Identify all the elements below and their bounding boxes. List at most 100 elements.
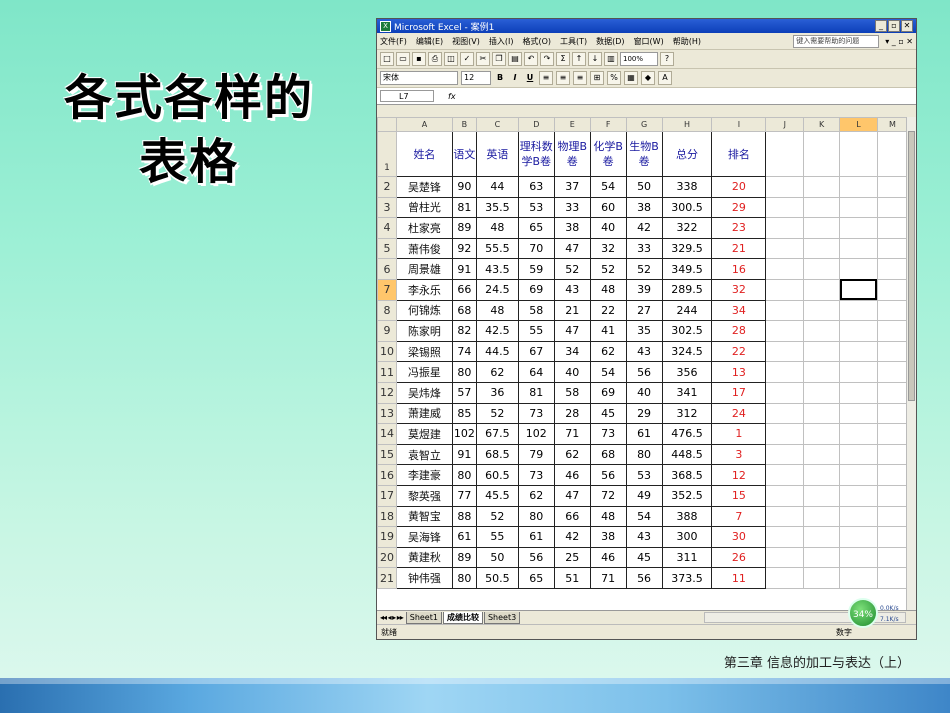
open-icon[interactable]: ▭	[396, 52, 410, 66]
empty-cell[interactable]	[876, 381, 908, 404]
score-cell[interactable]: 42	[553, 526, 591, 548]
empty-cell[interactable]	[876, 402, 908, 425]
score-cell[interactable]: 40	[589, 217, 627, 239]
score-cell[interactable]: 47	[553, 320, 591, 342]
font-color-icon[interactable]: A	[658, 71, 672, 85]
score-cell[interactable]: 60	[589, 196, 627, 219]
menu-insert[interactable]: 插入(I)	[489, 36, 514, 47]
tab-score-compare[interactable]: 成绩比较	[442, 611, 483, 624]
header-cell[interactable]: 排名	[711, 131, 767, 177]
paste-icon[interactable]: ▤	[508, 52, 522, 66]
rank-cell[interactable]: 20	[711, 176, 767, 198]
empty-cell[interactable]	[876, 567, 908, 589]
score-cell[interactable]: 46	[589, 546, 627, 569]
empty-cell[interactable]	[876, 423, 908, 445]
score-cell[interactable]: 43	[625, 526, 663, 548]
name-box[interactable]: L7	[380, 90, 434, 102]
score-cell[interactable]: 70	[517, 237, 555, 260]
copy-icon[interactable]: ❐	[492, 52, 506, 66]
help-search-input[interactable]: 键入需要帮助的问题	[793, 34, 880, 48]
rank-cell[interactable]: 21	[711, 237, 767, 260]
score-cell[interactable]: 48	[589, 278, 627, 301]
fill-color-icon[interactable]: ◆	[641, 71, 655, 85]
empty-cell[interactable]	[803, 546, 841, 569]
underline-button[interactable]: U	[524, 72, 536, 84]
empty-cell[interactable]	[765, 505, 805, 528]
score-cell[interactable]: 59	[517, 258, 555, 280]
empty-cell[interactable]	[839, 340, 878, 363]
score-cell[interactable]: 69	[589, 381, 627, 404]
empty-cell[interactable]	[839, 567, 878, 589]
name-cell[interactable]: 陈家明	[395, 320, 453, 342]
empty-cell[interactable]	[765, 299, 805, 322]
empty-cell[interactable]	[876, 196, 908, 219]
empty-cell[interactable]	[765, 131, 805, 177]
score-cell[interactable]: 40	[625, 381, 663, 404]
header-cell[interactable]: 语文	[451, 131, 477, 177]
rank-cell[interactable]: 22	[711, 340, 767, 363]
score-cell[interactable]: 58	[553, 381, 591, 404]
score-cell[interactable]: 62	[589, 340, 627, 363]
empty-cell[interactable]	[839, 505, 878, 528]
name-cell[interactable]: 萧伟俊	[395, 237, 453, 260]
score-cell[interactable]: 51	[553, 567, 591, 589]
score-cell[interactable]: 45.5	[475, 484, 519, 507]
row-header[interactable]: 17	[377, 484, 397, 507]
score-cell[interactable]: 88	[451, 505, 477, 528]
score-cell[interactable]: 448.5	[661, 443, 713, 466]
redo-icon[interactable]: ↷	[540, 52, 554, 66]
score-cell[interactable]: 65	[517, 567, 555, 589]
score-cell[interactable]: 67	[517, 340, 555, 363]
row-header[interactable]: 16	[377, 464, 397, 486]
percent-icon[interactable]: %	[607, 71, 621, 85]
score-cell[interactable]: 89	[451, 217, 477, 239]
empty-cell[interactable]	[803, 567, 841, 589]
score-cell[interactable]: 53	[625, 464, 663, 486]
empty-cell[interactable]	[839, 237, 878, 260]
column-header-c[interactable]: C	[475, 117, 519, 132]
row-header[interactable]: 13	[377, 402, 397, 425]
name-cell[interactable]: 周景雄	[395, 258, 453, 280]
column-header-j[interactable]: J	[765, 117, 805, 132]
empty-cell[interactable]	[839, 131, 878, 177]
rank-cell[interactable]: 34	[711, 299, 767, 322]
score-cell[interactable]: 73	[517, 464, 555, 486]
row-header[interactable]: 12	[377, 381, 397, 404]
row-header[interactable]: 5	[377, 237, 397, 260]
chart-icon[interactable]: ▥	[604, 52, 618, 66]
score-cell[interactable]: 341	[661, 381, 713, 404]
score-cell[interactable]: 50	[625, 176, 663, 198]
empty-cell[interactable]	[876, 526, 908, 548]
rank-cell[interactable]: 12	[711, 464, 767, 486]
score-cell[interactable]: 71	[589, 567, 627, 589]
empty-cell[interactable]	[803, 423, 841, 445]
row-header[interactable]: 9	[377, 320, 397, 342]
score-cell[interactable]: 71	[553, 423, 591, 445]
score-cell[interactable]: 73	[517, 402, 555, 425]
empty-cell[interactable]	[876, 131, 908, 177]
column-header-d[interactable]: D	[517, 117, 555, 132]
empty-cell[interactable]	[803, 443, 841, 466]
row-header[interactable]: 20	[377, 546, 397, 569]
score-cell[interactable]: 324.5	[661, 340, 713, 363]
header-cell[interactable]: 理科数学B卷	[517, 131, 555, 177]
column-header-g[interactable]: G	[625, 117, 663, 132]
italic-button[interactable]: I	[509, 72, 521, 84]
empty-cell[interactable]	[765, 567, 805, 589]
rank-cell[interactable]: 29	[711, 196, 767, 219]
empty-cell[interactable]	[765, 176, 805, 198]
score-cell[interactable]: 52	[475, 402, 519, 425]
score-cell[interactable]: 61	[451, 526, 477, 548]
empty-cell[interactable]	[765, 464, 805, 486]
restore-button[interactable]: ▫	[888, 20, 900, 32]
score-cell[interactable]: 89	[451, 546, 477, 569]
empty-cell[interactable]	[839, 196, 878, 219]
preview-icon[interactable]: ◫	[444, 52, 458, 66]
row-header[interactable]: 1	[377, 131, 397, 177]
empty-cell[interactable]	[803, 278, 841, 301]
score-cell[interactable]: 21	[553, 299, 591, 322]
rank-cell[interactable]: 1	[711, 423, 767, 445]
score-cell[interactable]: 35.5	[475, 196, 519, 219]
score-cell[interactable]: 54	[625, 505, 663, 528]
rank-cell[interactable]: 7	[711, 505, 767, 528]
